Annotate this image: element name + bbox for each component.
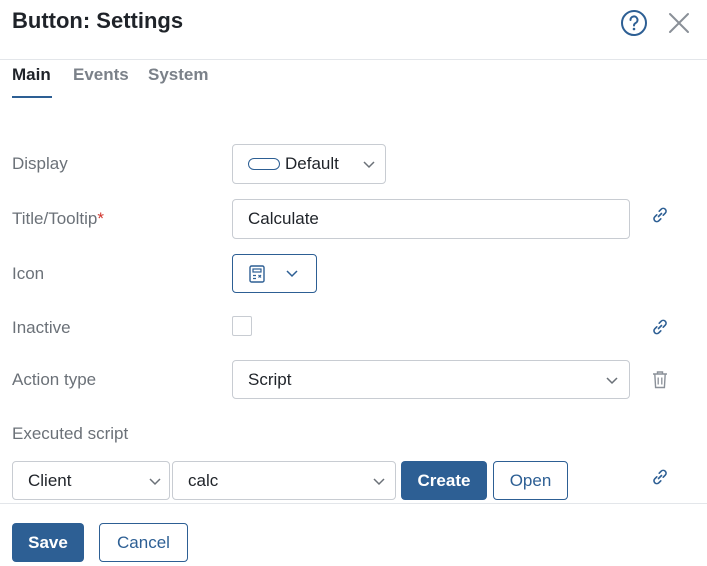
- inactive-checkbox[interactable]: [232, 316, 252, 336]
- action-type-select[interactable]: Script: [232, 360, 630, 399]
- open-script-button[interactable]: Open: [493, 461, 568, 500]
- link-icon[interactable]: [651, 468, 669, 486]
- chevron-down-icon: [149, 478, 161, 486]
- executed-script-label: Executed script: [12, 424, 129, 443]
- dialog-title: Button: Settings: [12, 8, 184, 33]
- cancel-button[interactable]: Cancel: [99, 523, 188, 562]
- tab-events[interactable]: Events: [73, 65, 129, 85]
- title-tooltip-value: Calculate: [248, 209, 319, 228]
- trash-icon[interactable]: [652, 370, 668, 389]
- active-tab-indicator: [12, 96, 52, 98]
- tab-main[interactable]: Main: [12, 65, 51, 85]
- chevron-down-icon: [606, 377, 618, 385]
- icon-label: Icon: [12, 264, 45, 283]
- link-icon[interactable]: [651, 206, 669, 224]
- create-script-button[interactable]: Create: [401, 461, 487, 500]
- chevron-down-icon: [286, 270, 298, 278]
- title-tooltip-label: Title/Tooltip*: [12, 209, 104, 229]
- title-tooltip-input[interactable]: Calculate: [232, 199, 630, 239]
- script-side-value: Client: [28, 470, 72, 490]
- required-mark: *: [97, 209, 104, 228]
- inactive-label: Inactive: [12, 318, 71, 337]
- display-select[interactable]: Default: [232, 144, 386, 184]
- calculator-icon: [249, 265, 265, 283]
- chevron-down-icon: [363, 161, 375, 169]
- help-icon[interactable]: [620, 9, 648, 37]
- close-icon[interactable]: [667, 11, 691, 35]
- tab-system[interactable]: System: [148, 65, 208, 85]
- icon-select[interactable]: [232, 254, 317, 293]
- script-name-value: calc: [188, 470, 219, 490]
- action-type-label: Action type: [12, 370, 97, 389]
- action-type-value: Script: [248, 369, 292, 389]
- link-icon[interactable]: [651, 318, 669, 336]
- header-divider: [0, 59, 707, 60]
- display-label: Display: [12, 154, 68, 173]
- script-side-select[interactable]: Client: [12, 461, 170, 500]
- chevron-down-icon: [373, 478, 385, 486]
- display-value: Default: [285, 154, 339, 173]
- title-tooltip-label-text: Title/Tooltip: [12, 209, 98, 228]
- save-button[interactable]: Save: [12, 523, 84, 562]
- button-shape-icon: [248, 158, 280, 170]
- footer-divider: [0, 503, 707, 504]
- script-name-select[interactable]: calc: [172, 461, 396, 500]
